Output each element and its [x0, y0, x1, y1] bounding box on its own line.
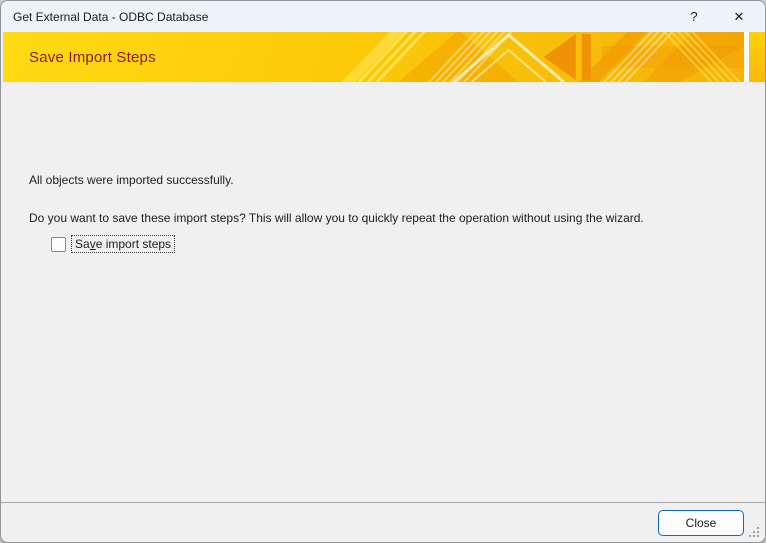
- title-bar-buttons: ? ✕: [676, 1, 765, 32]
- save-steps-question: Do you want to save these import steps? …: [29, 211, 644, 225]
- save-import-steps-checkbox[interactable]: [51, 236, 66, 252]
- dialog-footer: Close: [1, 502, 765, 542]
- close-window-button[interactable]: ✕: [721, 1, 757, 32]
- close-button[interactable]: Close: [658, 509, 744, 536]
- title-bar: Get External Data - ODBC Database ? ✕: [1, 1, 765, 32]
- save-import-steps-row: Save import steps: [51, 235, 176, 253]
- label-post: e import steps: [95, 237, 172, 251]
- banner-heading: Save Import Steps: [29, 48, 156, 66]
- label-pre: Sa: [75, 237, 90, 251]
- banner-cap: [749, 32, 765, 82]
- import-success-message: All objects were imported successfully.: [29, 173, 234, 187]
- dialog-body: All objects were imported successfully. …: [1, 82, 765, 502]
- banner-row: Save Import Steps: [3, 32, 765, 82]
- get-external-data-dialog: Get External Data - ODBC Database ? ✕ Sa…: [0, 0, 766, 543]
- save-import-steps-label[interactable]: Save import steps: [71, 235, 176, 253]
- resize-grip[interactable]: [749, 527, 760, 538]
- help-button[interactable]: ?: [676, 1, 712, 32]
- window-title: Get External Data - ODBC Database: [13, 9, 209, 24]
- banner: Save Import Steps: [3, 32, 744, 82]
